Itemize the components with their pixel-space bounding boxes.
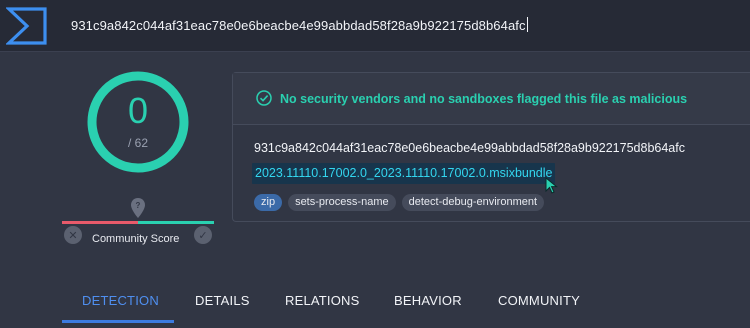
community-score: ? ✕ Community Score ✓ [62, 196, 216, 248]
vendor-total: / 62 [127, 136, 148, 150]
tab-community[interactable]: COMMUNITY [498, 293, 580, 308]
tag-sets-process-name[interactable]: sets-process-name [288, 194, 396, 211]
verdict-text: No security vendors and no sandboxes fla… [280, 92, 688, 106]
search-input-value: 931c9a842c044af31eac78e0e6beacbe4e99abbd… [71, 18, 526, 33]
file-hash[interactable]: 931c9a842c044af31eac78e0e6beacbe4e99abbd… [254, 141, 685, 155]
active-tab-indicator [62, 320, 174, 323]
verdict-banner: No security vendors and no sandboxes fla… [233, 73, 750, 125]
tab-details[interactable]: DETAILS [195, 293, 250, 308]
community-score-bar [62, 221, 214, 224]
text-caret [526, 17, 528, 32]
detection-count: 0 [127, 90, 149, 131]
check-circle-icon [256, 90, 272, 106]
report-tabs: DETECTION DETAILS RELATIONS BEHAVIOR COM… [0, 276, 750, 328]
tag-detect-debug-environment[interactable]: detect-debug-environment [401, 194, 545, 211]
mouse-cursor-icon [545, 177, 558, 194]
search-input[interactable]: 931c9a842c044af31eac78e0e6beacbe4e99abbd… [71, 17, 528, 33]
detection-score-ring: 0 / 62 [84, 68, 192, 176]
svg-text:?: ? [136, 201, 141, 210]
tab-behavior[interactable]: BEHAVIOR [394, 293, 462, 308]
file-name[interactable]: 2023.11110.17002.0_2023.11110.17002.0.ms… [252, 163, 556, 184]
tab-relations[interactable]: RELATIONS [285, 293, 360, 308]
vote-down-icon[interactable]: ✕ [64, 226, 82, 244]
virustotal-logo-icon[interactable] [6, 6, 48, 46]
tag-zip[interactable]: zip [254, 194, 283, 211]
map-pin-icon: ? [131, 198, 145, 218]
tab-detection[interactable]: DETECTION [82, 293, 159, 308]
tag-list: zip sets-process-name detect-debug-envir… [254, 194, 545, 211]
community-negative-bar [62, 221, 138, 224]
community-score-label: Community Score [92, 233, 180, 245]
community-positive-bar [138, 221, 214, 224]
vote-up-icon[interactable]: ✓ [194, 226, 212, 244]
file-summary-card: No security vendors and no sandboxes fla… [232, 72, 750, 222]
top-bar: 931c9a842c044af31eac78e0e6beacbe4e99abbd… [0, 0, 750, 52]
